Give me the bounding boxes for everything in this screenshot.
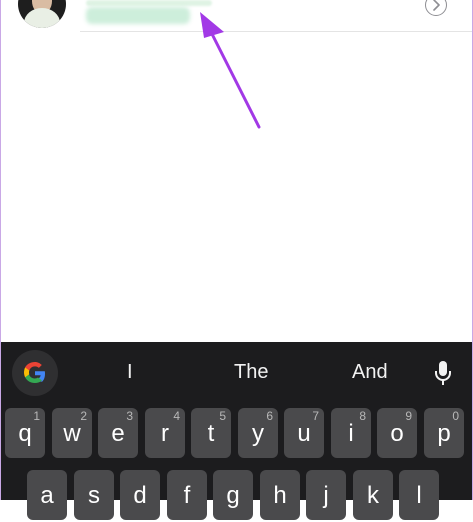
- key-r[interactable]: r4: [145, 408, 185, 458]
- google-logo: [24, 362, 45, 383]
- keyboard-row-1: q1 w2 e3 r4 t5 y6 u7 i8 o9 p0: [5, 408, 468, 462]
- key-label: i: [348, 420, 354, 447]
- key-label: o: [390, 420, 404, 447]
- key-y[interactable]: y6: [238, 408, 278, 458]
- key-o[interactable]: o9: [377, 408, 417, 458]
- key-q[interactable]: q1: [5, 408, 45, 458]
- key-l[interactable]: l: [399, 470, 439, 520]
- key-w[interactable]: w2: [52, 408, 92, 458]
- key-label: y: [252, 420, 264, 447]
- key-p[interactable]: p0: [424, 408, 464, 458]
- key-label: t: [207, 420, 215, 447]
- microphone-icon[interactable]: [432, 359, 454, 392]
- google-g-icon[interactable]: [12, 350, 58, 396]
- suggestion-1[interactable]: I: [127, 360, 133, 384]
- key-h[interactable]: h: [260, 470, 300, 520]
- key-number: 2: [80, 409, 87, 423]
- key-label: w: [63, 420, 81, 447]
- key-label: q: [18, 420, 32, 447]
- suggestion-2[interactable]: The: [234, 360, 268, 384]
- key-number: 6: [266, 409, 273, 423]
- keyboard-row-2: a s d f g h j k l: [5, 470, 468, 520]
- key-number: 0: [452, 409, 459, 423]
- suggestion-bar: I The And: [0, 342, 473, 402]
- contact-name-redacted: [86, 0, 212, 6]
- key-number: 9: [405, 409, 412, 423]
- avatar-body: [24, 8, 60, 28]
- suggestion-3[interactable]: And: [352, 360, 388, 384]
- key-label: r: [161, 420, 169, 447]
- key-i[interactable]: i8: [331, 408, 371, 458]
- key-number: 4: [173, 409, 180, 423]
- chevron-right-icon: [433, 0, 440, 11]
- key-k[interactable]: k: [353, 470, 393, 520]
- key-u[interactable]: u7: [284, 408, 324, 458]
- key-number: 5: [219, 409, 226, 423]
- keyboard: I The And q1 w2 e3 r4 t5 y6 u7 i8 o9 p0 …: [0, 342, 473, 520]
- key-e[interactable]: e3: [98, 408, 138, 458]
- key-j[interactable]: j: [306, 470, 346, 520]
- key-number: 8: [359, 409, 366, 423]
- key-label: e: [111, 420, 125, 447]
- key-a[interactable]: a: [27, 470, 67, 520]
- key-t[interactable]: t5: [191, 408, 231, 458]
- key-number: 3: [126, 409, 133, 423]
- key-number: 7: [312, 409, 319, 423]
- key-number: 1: [33, 409, 40, 423]
- key-s[interactable]: s: [74, 470, 114, 520]
- key-g[interactable]: g: [213, 470, 253, 520]
- chevron-right-circle-icon[interactable]: [425, 0, 447, 16]
- key-f[interactable]: f: [167, 470, 207, 520]
- contact-row[interactable]: [0, 0, 473, 33]
- key-label: u: [297, 420, 311, 447]
- contact-info-redacted[interactable]: [86, 7, 190, 24]
- key-d[interactable]: d: [120, 470, 160, 520]
- key-label: p: [437, 420, 451, 447]
- contact-avatar[interactable]: [18, 0, 66, 28]
- row-divider: [80, 31, 473, 32]
